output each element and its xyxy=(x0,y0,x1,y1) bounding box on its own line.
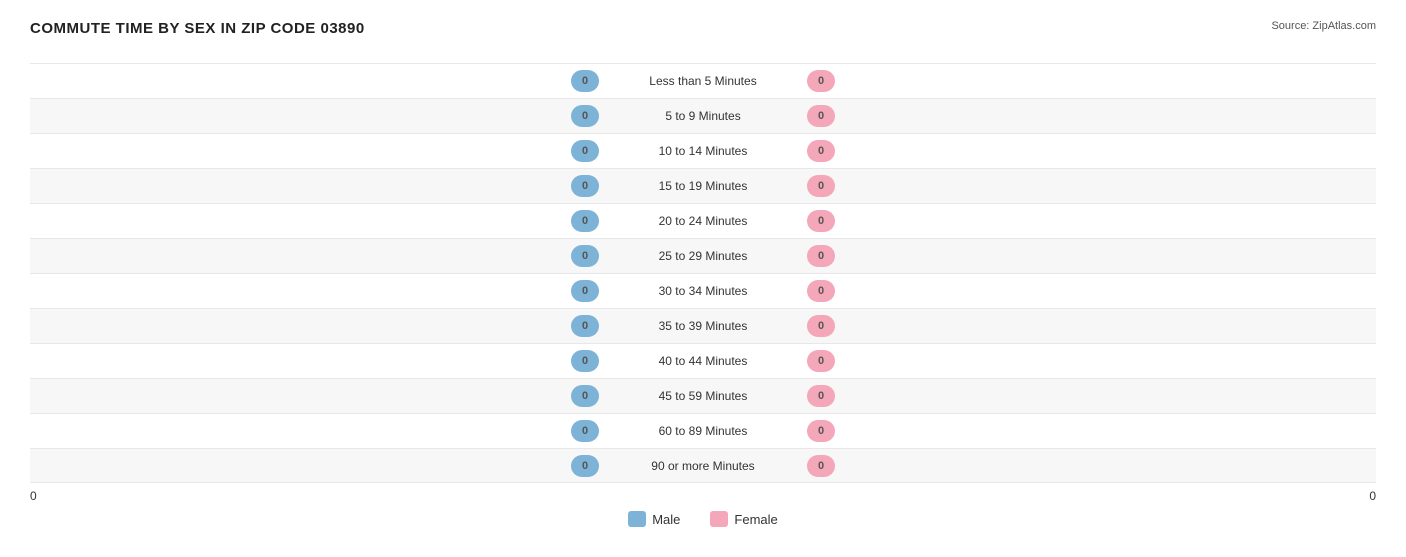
bar-label: 35 to 39 Minutes xyxy=(603,319,803,333)
female-bar: 0 xyxy=(807,210,835,232)
female-bar: 0 xyxy=(807,175,835,197)
female-bar: 0 xyxy=(807,315,835,337)
bar-label: 30 to 34 Minutes xyxy=(603,284,803,298)
table-row: 0 35 to 39 Minutes 0 xyxy=(30,308,1376,343)
female-bar: 0 xyxy=(807,70,835,92)
legend-male-box xyxy=(628,511,646,527)
male-bar: 0 xyxy=(571,315,599,337)
female-bar: 0 xyxy=(807,245,835,267)
female-bar: 0 xyxy=(807,455,835,477)
bar-label: 40 to 44 Minutes xyxy=(603,354,803,368)
left-bar-area: 0 xyxy=(30,420,603,442)
bar-label: 10 to 14 Minutes xyxy=(603,144,803,158)
left-bar-area: 0 xyxy=(30,385,603,407)
axis-row: 0 0 xyxy=(30,489,1376,503)
bar-label: 20 to 24 Minutes xyxy=(603,214,803,228)
table-row: 0 90 or more Minutes 0 xyxy=(30,448,1376,483)
left-bar-area: 0 xyxy=(30,245,603,267)
bar-label: 45 to 59 Minutes xyxy=(603,389,803,403)
legend-male-label: Male xyxy=(652,512,680,527)
table-row: 0 5 to 9 Minutes 0 xyxy=(30,98,1376,133)
male-bar: 0 xyxy=(571,210,599,232)
table-row: 0 Less than 5 Minutes 0 xyxy=(30,63,1376,98)
table-row: 0 60 to 89 Minutes 0 xyxy=(30,413,1376,448)
table-row: 0 25 to 29 Minutes 0 xyxy=(30,238,1376,273)
legend: Male Female xyxy=(30,511,1376,527)
left-bar-area: 0 xyxy=(30,105,603,127)
left-bar-area: 0 xyxy=(30,280,603,302)
right-bar-area: 0 xyxy=(803,455,1376,477)
bar-label: Less than 5 Minutes xyxy=(603,74,803,88)
female-bar: 0 xyxy=(807,280,835,302)
chart-title: COMMUTE TIME BY SEX IN ZIP CODE 03890 xyxy=(30,20,365,37)
male-bar: 0 xyxy=(571,70,599,92)
right-bar-area: 0 xyxy=(803,420,1376,442)
right-bar-area: 0 xyxy=(803,140,1376,162)
right-bar-area: 0 xyxy=(803,175,1376,197)
table-row: 0 45 to 59 Minutes 0 xyxy=(30,378,1376,413)
legend-female-box xyxy=(710,511,728,527)
table-row: 0 40 to 44 Minutes 0 xyxy=(30,343,1376,378)
axis-right-label: 0 xyxy=(1369,489,1376,503)
left-bar-area: 0 xyxy=(30,140,603,162)
female-bar: 0 xyxy=(807,420,835,442)
right-bar-area: 0 xyxy=(803,385,1376,407)
female-bar: 0 xyxy=(807,385,835,407)
legend-male: Male xyxy=(628,511,680,527)
right-bar-area: 0 xyxy=(803,245,1376,267)
legend-female: Female xyxy=(710,511,777,527)
table-row: 0 10 to 14 Minutes 0 xyxy=(30,133,1376,168)
table-row: 0 20 to 24 Minutes 0 xyxy=(30,203,1376,238)
right-bar-area: 0 xyxy=(803,105,1376,127)
male-bar: 0 xyxy=(571,350,599,372)
male-bar: 0 xyxy=(571,245,599,267)
right-bar-area: 0 xyxy=(803,350,1376,372)
male-bar: 0 xyxy=(571,140,599,162)
chart-container: 0 Less than 5 Minutes 0 0 5 to 9 Minutes 0 0 10… xyxy=(30,63,1376,483)
male-bar: 0 xyxy=(571,420,599,442)
male-bar: 0 xyxy=(571,455,599,477)
left-bar-area: 0 xyxy=(30,315,603,337)
left-bar-area: 0 xyxy=(30,455,603,477)
table-row: 0 30 to 34 Minutes 0 xyxy=(30,273,1376,308)
right-bar-area: 0 xyxy=(803,280,1376,302)
male-bar: 0 xyxy=(571,280,599,302)
bar-label: 60 to 89 Minutes xyxy=(603,424,803,438)
female-bar: 0 xyxy=(807,140,835,162)
right-bar-area: 0 xyxy=(803,315,1376,337)
female-bar: 0 xyxy=(807,350,835,372)
male-bar: 0 xyxy=(571,105,599,127)
male-bar: 0 xyxy=(571,385,599,407)
source-label: Source: ZipAtlas.com xyxy=(1271,20,1376,32)
female-bar: 0 xyxy=(807,105,835,127)
left-bar-area: 0 xyxy=(30,210,603,232)
right-bar-area: 0 xyxy=(803,210,1376,232)
left-bar-area: 0 xyxy=(30,70,603,92)
bar-label: 5 to 9 Minutes xyxy=(603,109,803,123)
left-bar-area: 0 xyxy=(30,350,603,372)
bar-label: 90 or more Minutes xyxy=(603,459,803,473)
right-bar-area: 0 xyxy=(803,70,1376,92)
left-bar-area: 0 xyxy=(30,175,603,197)
bar-label: 25 to 29 Minutes xyxy=(603,249,803,263)
axis-left-label: 0 xyxy=(30,489,37,503)
male-bar: 0 xyxy=(571,175,599,197)
bar-label: 15 to 19 Minutes xyxy=(603,179,803,193)
legend-female-label: Female xyxy=(734,512,777,527)
table-row: 0 15 to 19 Minutes 0 xyxy=(30,168,1376,203)
